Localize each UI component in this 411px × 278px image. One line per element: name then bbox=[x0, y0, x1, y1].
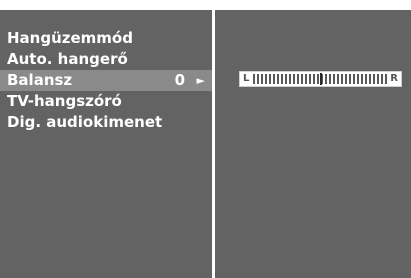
menu-item-sound-mode[interactable]: Hangüzemmód bbox=[0, 28, 212, 49]
menu-item-tv-speaker[interactable]: TV-hangszóró bbox=[0, 91, 212, 112]
menu-item-label: Dig. audiokimenet bbox=[7, 113, 163, 131]
detail-panel bbox=[215, 10, 411, 278]
menu-item-label: Hangüzemmód bbox=[7, 29, 133, 47]
menu-panel: Hangüzemmód Auto. hangerő Balansz 0 ► TV… bbox=[0, 10, 212, 278]
balance-left-label: L bbox=[243, 73, 250, 84]
menu-item-label: Balansz bbox=[7, 71, 73, 89]
balance-slider[interactable]: L R bbox=[239, 71, 402, 87]
menu-item-label: Auto. hangerő bbox=[7, 50, 128, 68]
menu-item-auto-volume[interactable]: Auto. hangerő bbox=[0, 49, 212, 70]
menu-item-label: TV-hangszóró bbox=[7, 92, 122, 110]
balance-value: 0 bbox=[174, 71, 185, 89]
arrow-right-icon: ► bbox=[196, 74, 205, 87]
menu-item-balance[interactable]: Balansz 0 ► bbox=[0, 70, 212, 91]
menu-item-digital-audio-out[interactable]: Dig. audiokimenet bbox=[0, 112, 212, 133]
audio-menu: Hangüzemmód Auto. hangerő Balansz 0 ► TV… bbox=[0, 28, 212, 133]
balance-position-marker[interactable] bbox=[319, 73, 322, 85]
balance-right-label: R bbox=[390, 73, 398, 84]
